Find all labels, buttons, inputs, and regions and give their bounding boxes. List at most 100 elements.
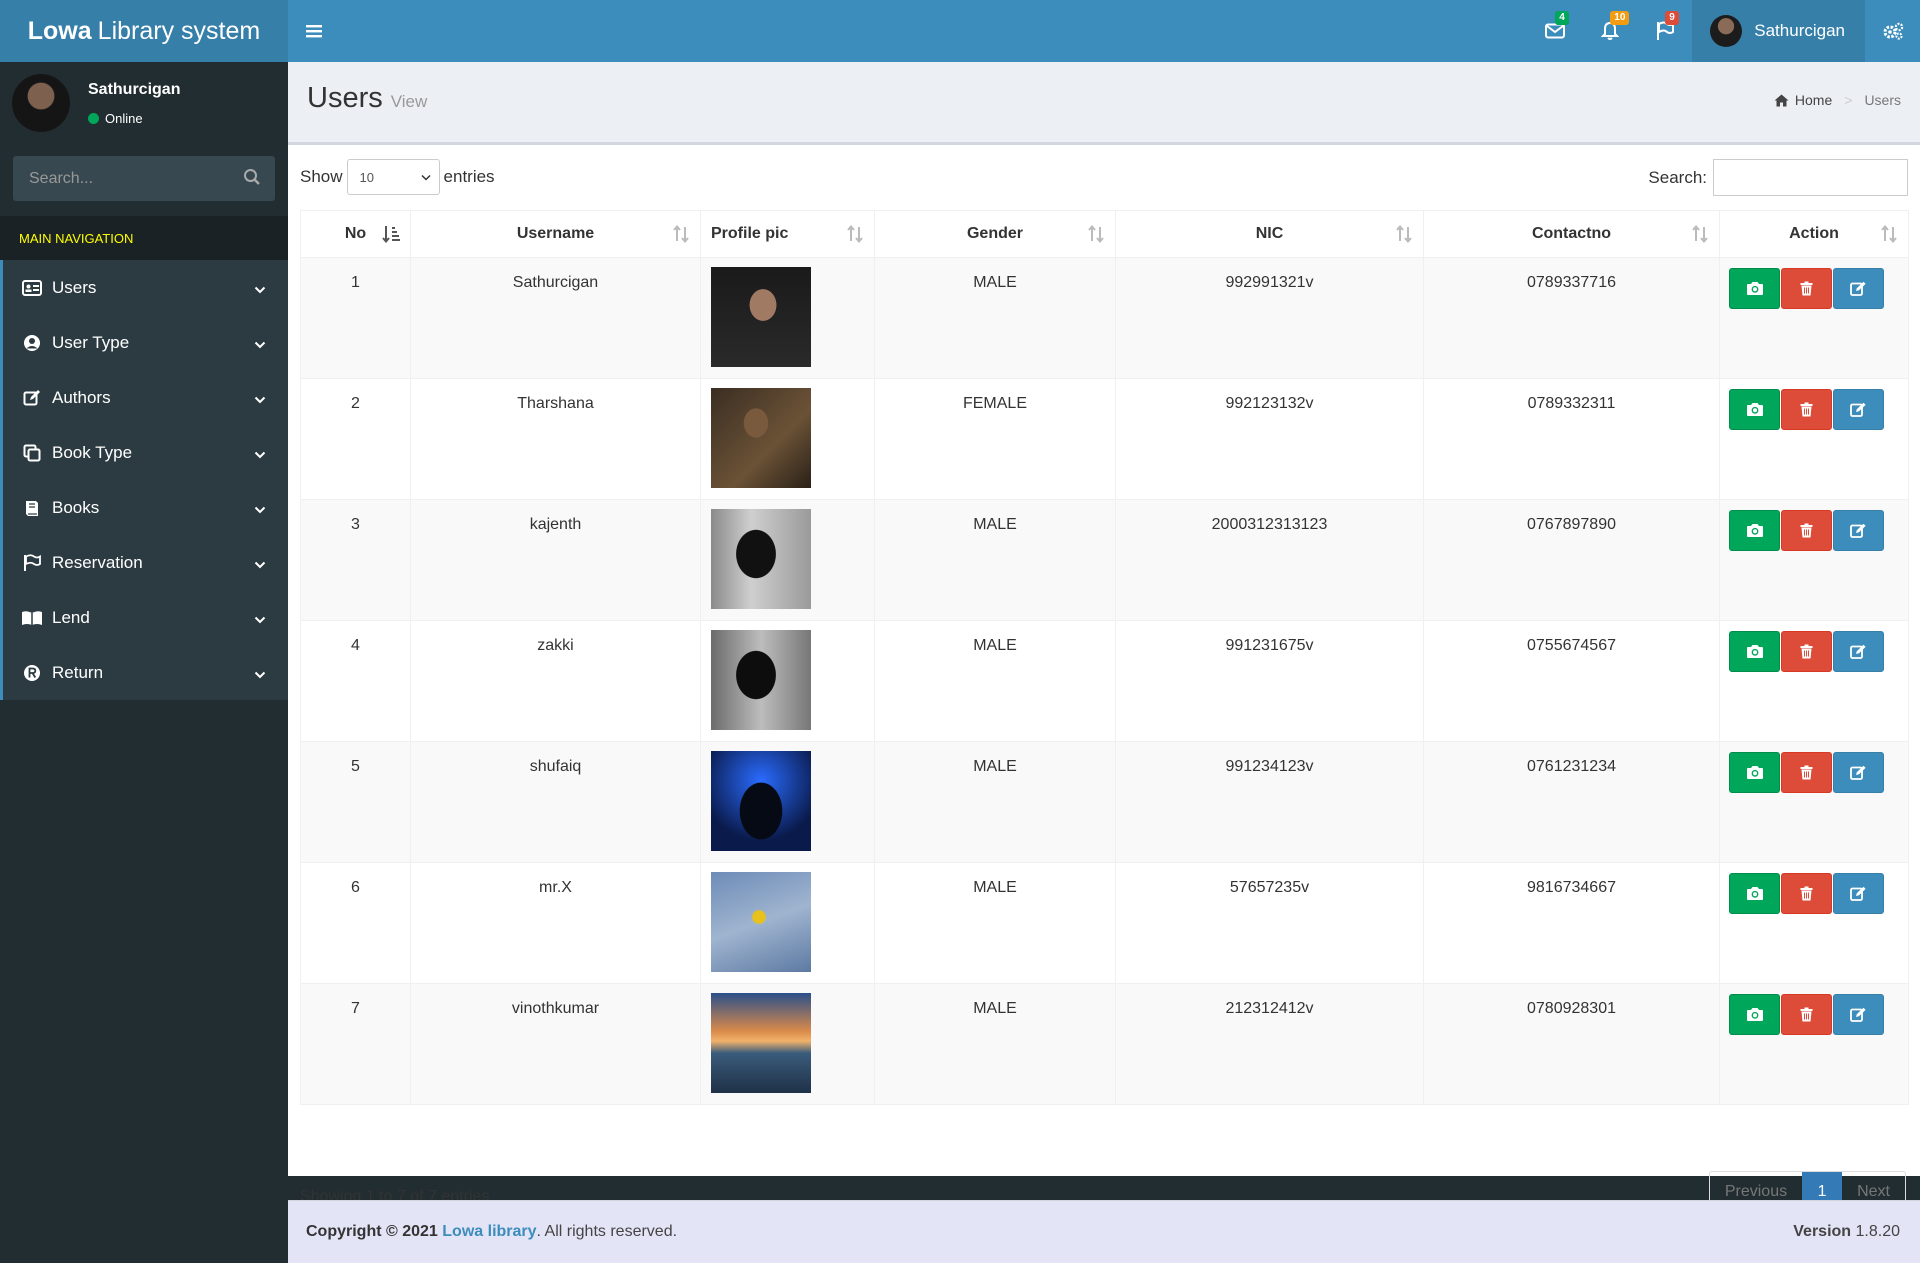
app-logo[interactable]: Lowa Library system (0, 0, 288, 62)
profile-picture (711, 993, 811, 1093)
copy-icon (21, 442, 43, 464)
flags-button[interactable]: 9 (1637, 0, 1692, 62)
edit-icon (1850, 886, 1867, 901)
table-search-input[interactable] (1713, 159, 1908, 196)
cell-contact: 0755674567 (1423, 620, 1720, 742)
messages-badge: 4 (1555, 11, 1569, 25)
sidebar-item-label: Book Type (52, 442, 133, 462)
edit-button[interactable] (1833, 873, 1884, 914)
camera-icon (1746, 886, 1764, 901)
footer-link[interactable]: Lowa library (442, 1223, 536, 1240)
column-header-gender[interactable]: Gender (874, 210, 1116, 258)
notifications-button[interactable]: 10 (1582, 0, 1637, 62)
sidebar-item-books[interactable]: Books (0, 480, 288, 535)
cell-gender: MALE (874, 620, 1116, 742)
sidebar-item-return[interactable]: Return (0, 645, 288, 700)
photo-button[interactable] (1729, 994, 1780, 1035)
page-length-control: Show 10 entries (300, 159, 495, 195)
cell-profile-pic (700, 983, 875, 1105)
page-length-select[interactable]: 10 (346, 159, 440, 195)
photo-button[interactable] (1729, 389, 1780, 430)
camera-icon (1746, 1007, 1764, 1022)
sidebar-item-users[interactable]: Users (0, 260, 288, 315)
column-header-username[interactable]: Username (410, 210, 701, 258)
book-icon (21, 497, 43, 519)
delete-button[interactable] (1781, 994, 1832, 1035)
cell-no: 6 (300, 862, 411, 984)
profile-picture (711, 751, 811, 851)
edit-button[interactable] (1833, 268, 1884, 309)
delete-button[interactable] (1781, 631, 1832, 672)
sort-both-icon (1880, 224, 1898, 248)
cell-gender: FEMALE (874, 378, 1116, 500)
cell-nic: 991231675v (1115, 620, 1424, 742)
search-button[interactable] (243, 168, 261, 191)
cell-username: Tharshana (410, 378, 701, 500)
user-panel: Sathurcigan Online (0, 62, 288, 148)
photo-button[interactable] (1729, 510, 1780, 551)
table-header-row: No Username Profile pic Gender NIC Conta… (300, 210, 1909, 258)
cell-action (1719, 499, 1909, 621)
column-header-profile-pic[interactable]: Profile pic (700, 210, 875, 258)
photo-button[interactable] (1729, 268, 1780, 309)
sort-both-icon (846, 224, 864, 248)
sidebar-toggle-button[interactable] (288, 0, 340, 62)
delete-button[interactable] (1781, 873, 1832, 914)
cell-nic: 212312412v (1115, 983, 1424, 1105)
photo-button[interactable] (1729, 752, 1780, 793)
row-actions (1729, 752, 1908, 793)
page-title: Users View (307, 82, 427, 115)
trash-icon (1800, 523, 1813, 538)
cell-gender: MALE (874, 499, 1116, 621)
edit-button[interactable] (1833, 510, 1884, 551)
home-icon (1774, 94, 1789, 106)
delete-button[interactable] (1781, 389, 1832, 430)
column-header-nic[interactable]: NIC (1115, 210, 1424, 258)
row-actions (1729, 389, 1908, 430)
edit-button[interactable] (1833, 631, 1884, 672)
edit-button[interactable] (1833, 389, 1884, 430)
sidebar-item-reservation[interactable]: Reservation (0, 535, 288, 590)
delete-button[interactable] (1781, 510, 1832, 551)
version-info: Version 1.8.20 (1793, 1223, 1900, 1241)
sidebar-search-input[interactable] (13, 156, 275, 201)
column-header-no[interactable]: No (300, 210, 411, 258)
user-circle-icon (21, 332, 43, 354)
id-card-icon (21, 277, 43, 299)
edit-button[interactable] (1833, 994, 1884, 1035)
edit-button[interactable] (1833, 752, 1884, 793)
photo-button[interactable] (1729, 631, 1780, 672)
control-sidebar-button[interactable] (1865, 0, 1920, 62)
cell-action (1719, 862, 1909, 984)
edit-icon (1850, 281, 1867, 296)
messages-button[interactable]: 4 (1527, 0, 1582, 62)
photo-button[interactable] (1729, 873, 1780, 914)
edit-icon (1850, 1007, 1867, 1022)
cell-profile-pic (700, 620, 875, 742)
sidebar-item-lend[interactable]: Lend (0, 590, 288, 645)
cell-action (1719, 741, 1909, 863)
camera-icon (1746, 402, 1764, 417)
table-row: 2 Tharshana FEMALE 992123132v 0789332311 (300, 378, 1909, 500)
cell-profile-pic (700, 257, 875, 379)
sidebar-item-authors[interactable]: Authors (0, 370, 288, 425)
edit-icon (1850, 644, 1867, 659)
search-icon (244, 169, 260, 185)
column-header-contactno[interactable]: Contactno (1423, 210, 1720, 258)
sidebar-item-book-type[interactable]: Book Type (0, 425, 288, 480)
row-actions (1729, 510, 1908, 551)
version-label: Version (1793, 1223, 1852, 1240)
column-header-action[interactable]: Action (1719, 210, 1909, 258)
cell-no: 4 (300, 620, 411, 742)
version-number: 1.8.20 (1855, 1223, 1900, 1240)
breadcrumb-home[interactable]: Home (1795, 92, 1832, 108)
delete-button[interactable] (1781, 752, 1832, 793)
profile-picture (711, 509, 811, 609)
delete-button[interactable] (1781, 268, 1832, 309)
user-menu[interactable]: Sathurcigan (1692, 0, 1865, 62)
sort-both-icon (1395, 224, 1413, 248)
cell-no: 1 (300, 257, 411, 379)
sidebar-item-user-type[interactable]: User Type (0, 315, 288, 370)
cell-action (1719, 983, 1909, 1105)
cell-no: 3 (300, 499, 411, 621)
